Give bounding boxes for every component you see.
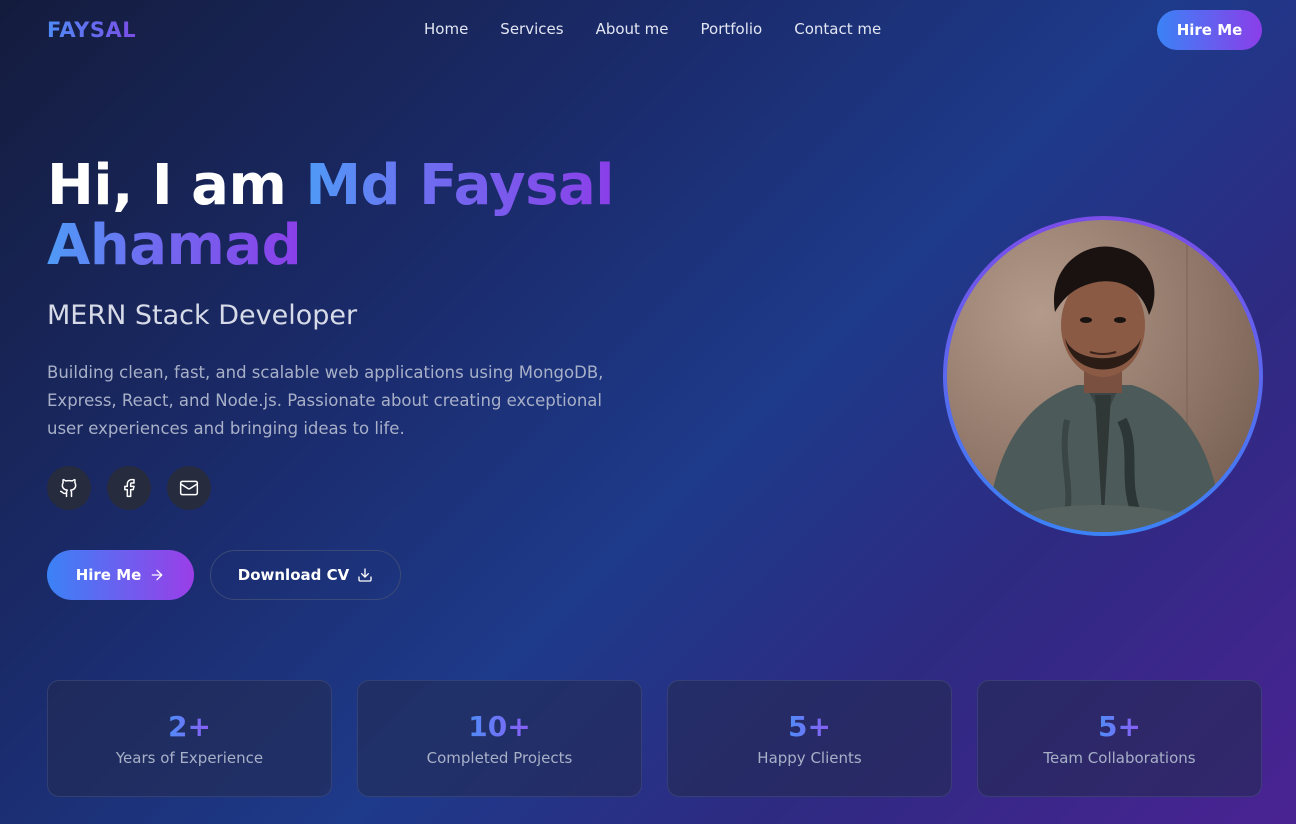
profile-photo	[947, 220, 1259, 532]
hire-me-button[interactable]: Hire Me	[47, 550, 194, 600]
hire-me-label: Hire Me	[75, 566, 142, 584]
stat-value: 2+	[168, 710, 211, 743]
stat-value: 10+	[468, 710, 531, 743]
hero-greeting: Hi, I am	[47, 153, 306, 218]
nav-hire-button[interactable]: Hire Me	[1157, 10, 1262, 50]
profile-photo-frame	[943, 216, 1263, 536]
download-icon	[358, 568, 372, 582]
github-link[interactable]	[47, 466, 91, 510]
github-icon	[59, 478, 77, 498]
navbar: FAYSAL Home Services About me Portfolio …	[0, 0, 1296, 62]
stat-card-clients: 5+ Happy Clients	[667, 680, 952, 797]
stat-label: Years of Experience	[115, 749, 264, 767]
nav-link-portfolio[interactable]: Portfolio	[701, 20, 763, 38]
hero-title: Hi, I am Md Faysal Ahamad	[47, 156, 687, 276]
stat-label: Completed Projects	[426, 749, 573, 767]
nav-link-contact[interactable]: Contact me	[794, 20, 881, 38]
stat-value: 5+	[1098, 710, 1141, 743]
nav-link-services[interactable]: Services	[500, 20, 563, 38]
mail-icon	[179, 480, 199, 496]
stat-label: Happy Clients	[757, 749, 862, 767]
stats-row: 2+ Years of Experience 10+ Completed Pro…	[47, 680, 1262, 797]
facebook-icon	[124, 478, 135, 498]
stat-card-collaborations: 5+ Team Collaborations	[977, 680, 1262, 797]
nav-link-about[interactable]: About me	[596, 20, 669, 38]
stat-label: Team Collaborations	[1043, 749, 1196, 767]
portrait-illustration	[987, 220, 1222, 532]
stat-value: 5+	[788, 710, 831, 743]
nav-links: Home Services About me Portfolio Contact…	[424, 20, 881, 38]
facebook-link[interactable]	[107, 466, 151, 510]
nav-link-home[interactable]: Home	[424, 20, 468, 38]
stat-card-experience: 2+ Years of Experience	[47, 680, 332, 797]
hero-name-line2: Ahamad	[47, 213, 302, 278]
download-cv-label: Download CV	[237, 566, 350, 584]
hero-role: MERN Stack Developer	[47, 300, 358, 331]
mail-link[interactable]	[167, 466, 211, 510]
download-cv-button[interactable]: Download CV	[210, 550, 401, 600]
hero-name-line1: Md Faysal	[305, 153, 614, 218]
arrow-right-icon	[151, 569, 163, 581]
stat-card-projects: 10+ Completed Projects	[357, 680, 642, 797]
logo[interactable]: FAYSAL	[47, 18, 136, 42]
social-links	[47, 466, 211, 510]
hero-description: Building clean, fast, and scalable web a…	[47, 363, 604, 438]
